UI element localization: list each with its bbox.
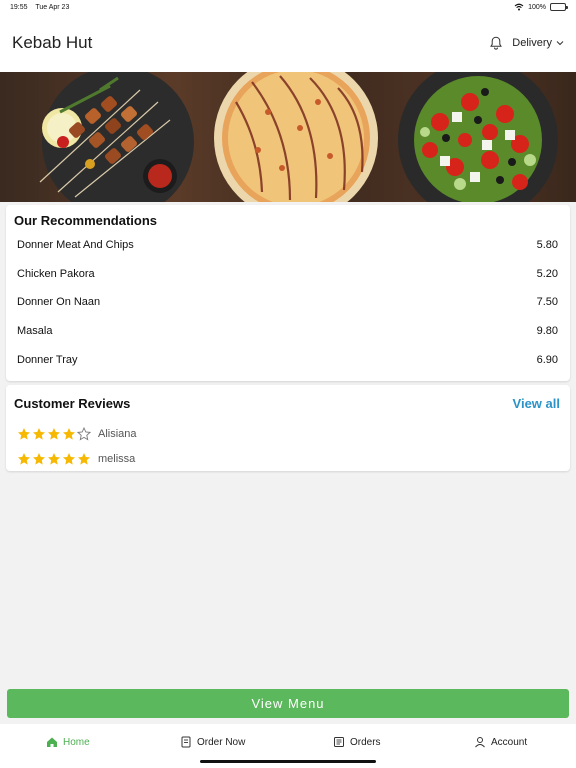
star-filled-icon: [78, 453, 90, 465]
tab-label: Home: [63, 736, 90, 748]
status-date: Tue Apr 23: [35, 3, 70, 11]
reviewer-name: melissa: [98, 453, 136, 465]
battery-icon: [550, 3, 568, 11]
star-filled-icon: [48, 428, 60, 440]
tab-home[interactable]: Home: [46, 736, 90, 748]
review-item[interactable]: Alisiana: [17, 427, 137, 441]
recommendations-title: Our Recommendations: [14, 213, 158, 228]
recommendation-name: Masala: [17, 325, 53, 337]
recommendation-price: 5.20: [536, 268, 558, 280]
recommendation-item[interactable]: Masala 9.80: [17, 317, 558, 345]
tab-label: Order Now: [197, 736, 246, 748]
hero-food-banner: [0, 72, 576, 202]
app-title: Kebab Hut: [12, 33, 93, 52]
app-header: Kebab Hut Delivery: [0, 14, 576, 72]
bell-icon[interactable]: [488, 35, 504, 51]
star-filled-icon: [63, 453, 75, 465]
recommendation-name: Donner On Naan: [17, 296, 101, 308]
order-icon: [181, 736, 191, 748]
tab-orders[interactable]: Orders: [333, 736, 381, 748]
user-icon: [475, 737, 485, 748]
receipt-icon: [334, 737, 344, 747]
header-actions: Delivery: [488, 35, 564, 51]
reviewer-name: Alisiana: [98, 428, 137, 440]
star-filled-icon: [18, 428, 30, 440]
status-right: 100%: [514, 3, 568, 11]
recommendation-item[interactable]: Chicken Pakora 5.20: [17, 260, 558, 288]
view-all-link[interactable]: View all: [513, 396, 560, 411]
tab-label: Orders: [350, 736, 381, 748]
recommendation-price: 9.80: [536, 325, 558, 337]
tab-account[interactable]: Account: [474, 736, 527, 748]
recommendation-price: 7.50: [536, 296, 558, 308]
recommendation-price: 6.90: [536, 354, 558, 366]
recommendation-name: Donner Tray: [17, 354, 78, 366]
recommendations-card: Our Recommendations Donner Meat And Chip…: [6, 205, 570, 381]
star-filled-icon: [18, 453, 30, 465]
home-indicator: [200, 760, 376, 763]
tab-label: Account: [491, 736, 528, 748]
view-menu-button[interactable]: View Menu: [7, 689, 569, 718]
star-filled-icon: [63, 428, 75, 440]
star-rating: [17, 427, 91, 441]
recommendation-name: Chicken Pakora: [17, 268, 95, 280]
customer-reviews-card: Customer Reviews View all Alisiana melis…: [6, 385, 570, 471]
reviews-title: Customer Reviews: [14, 396, 131, 411]
food-banner-image: [39, 72, 558, 202]
home-icon: [47, 737, 57, 747]
status-bar: 19:55 Tue Apr 23 100%: [0, 0, 576, 14]
wifi-icon: [514, 3, 524, 11]
star-rating: [17, 452, 91, 466]
star-filled-icon: [33, 428, 45, 440]
recommendation-item[interactable]: Donner Tray 6.90: [17, 346, 558, 374]
recommendation-item[interactable]: Donner Meat And Chips 5.80: [17, 231, 558, 259]
delivery-selector[interactable]: Delivery: [512, 37, 564, 49]
tab-order-now[interactable]: Order Now: [180, 736, 245, 748]
recommendation-item[interactable]: Donner On Naan 7.50: [17, 288, 558, 316]
chevron-down-icon: [556, 41, 564, 46]
review-item[interactable]: melissa: [17, 452, 135, 466]
star-filled-icon: [33, 453, 45, 465]
status-left: 19:55 Tue Apr 23: [10, 4, 75, 11]
recommendation-name: Donner Meat And Chips: [17, 239, 134, 251]
delivery-label: Delivery: [512, 37, 552, 49]
battery-percent: 100%: [528, 3, 546, 11]
star-filled-icon: [48, 453, 60, 465]
recommendation-price: 5.80: [536, 239, 558, 251]
status-time: 19:55: [10, 3, 28, 11]
star-empty-icon: [77, 427, 91, 441]
